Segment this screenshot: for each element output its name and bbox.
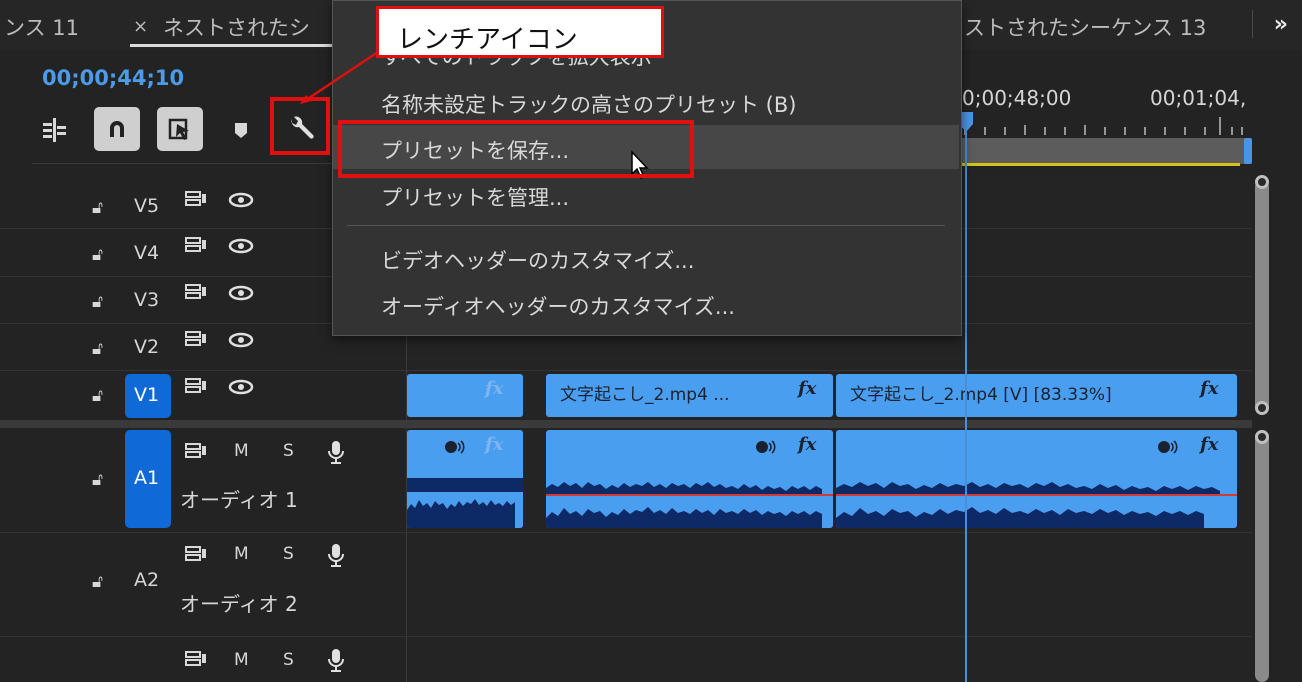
audio-track-name-1[interactable]: オーディオ 1 (180, 484, 298, 513)
mute-button[interactable]: M (234, 441, 249, 461)
video-clip[interactable]: 文字起こし_2.mp4 ... fx (546, 374, 833, 417)
scrollbar-handle-bottom[interactable] (1255, 401, 1269, 415)
active-tab-underline (130, 44, 350, 47)
insert-nest-icon[interactable] (32, 107, 78, 153)
audio-vertical-scrollbar[interactable] (1255, 430, 1269, 682)
toggle-sync-lock-icon[interactable] (184, 377, 208, 395)
eye-icon[interactable] (228, 285, 254, 301)
microphone-icon[interactable] (326, 648, 346, 674)
audio-track-name-2[interactable]: オーディオ 2 (180, 588, 298, 617)
solo-button[interactable]: S (283, 650, 294, 670)
track-separator (0, 532, 1252, 533)
track-label-v3[interactable]: V3 (134, 289, 159, 311)
callout-label: レンチアイコン (397, 25, 578, 55)
audio-waveform (546, 482, 833, 528)
playhead-line[interactable] (965, 112, 967, 682)
lock-icon[interactable]: 🔓︎ (92, 572, 103, 592)
video-vertical-scrollbar[interactable] (1255, 180, 1269, 412)
eye-icon[interactable] (228, 332, 254, 348)
add-marker-icon[interactable] (218, 107, 264, 153)
snap-magnet-icon[interactable] (94, 107, 140, 151)
more-tabs-icon[interactable]: » (1274, 12, 1288, 37)
fx-badge: fx (798, 434, 817, 455)
toggle-sync-lock-icon[interactable] (184, 545, 208, 563)
linked-selection-icon[interactable] (157, 107, 203, 151)
audio-clip[interactable]: fx (836, 430, 1237, 528)
time-ruler[interactable] (962, 115, 1247, 137)
menu-item-customize-video-header[interactable]: ビデオヘッダーのカスタマイズ... (381, 245, 694, 275)
lock-icon[interactable]: 🔓︎ (92, 245, 103, 265)
track-label-v2[interactable]: V2 (134, 336, 159, 358)
clip-title: 文字起こし_2.mp4 [V] [83.33%] (850, 385, 1112, 405)
solo-button[interactable]: S (283, 441, 294, 461)
work-area-bar[interactable] (962, 138, 1245, 164)
track-label-v1[interactable]: V1 (134, 384, 159, 406)
clip-title: 文字起こし_2.mp4 ... (560, 385, 730, 405)
speech-icon (445, 440, 465, 454)
lock-icon[interactable]: 🔓︎ (92, 386, 103, 406)
track-separator (0, 636, 1252, 637)
wrench-highlight-box (270, 97, 330, 155)
playhead-timecode[interactable]: 00;00;44;10 (42, 66, 184, 90)
lock-icon[interactable]: 🔓︎ (92, 198, 103, 218)
menu-item-track-height-preset[interactable]: 名称未設定トラックの高さのプリセット (B) (381, 89, 796, 119)
eye-icon[interactable] (228, 238, 254, 254)
toggle-sync-lock-icon[interactable] (184, 283, 208, 301)
microphone-icon[interactable] (326, 543, 346, 569)
tab-close-icon[interactable]: × (133, 16, 148, 37)
track-label-v4[interactable]: V4 (134, 242, 159, 264)
tab-nested-sequence-13[interactable]: ストされたシーケンス 13 (964, 12, 1206, 42)
track-label-a2[interactable]: A2 (134, 569, 159, 591)
solo-button[interactable]: S (283, 544, 294, 564)
fx-badge: fx (1200, 434, 1219, 455)
lock-icon[interactable]: 🔓︎ (92, 339, 103, 359)
menu-item-customize-audio-header[interactable]: オーディオヘッダーのカスタマイズ... (381, 291, 735, 321)
fx-badge: fx (1200, 378, 1219, 399)
toggle-sync-lock-icon[interactable] (184, 236, 208, 254)
toggle-sync-lock-icon[interactable] (184, 330, 208, 348)
save-preset-highlight-box (338, 120, 694, 178)
audio-waveform (407, 478, 523, 528)
audio-clip[interactable]: fx (546, 430, 833, 528)
tab-nested-sequence[interactable]: ネストされたシ (163, 12, 310, 42)
track-label-v5[interactable]: V5 (134, 195, 159, 217)
lock-icon[interactable]: 🔓︎ (92, 470, 103, 490)
callout-box: レンチアイコン (376, 6, 664, 58)
video-clip[interactable]: fx (407, 374, 523, 417)
mute-button[interactable]: M (234, 650, 249, 670)
eye-icon[interactable] (228, 379, 254, 395)
audio-clip[interactable]: fx (407, 430, 523, 528)
menu-item-manage-presets[interactable]: プリセットを管理... (381, 182, 569, 212)
ruler-timecode-104: 00;01;04, (1150, 86, 1247, 110)
ruler-timecode-48: 0;00;48;00 (962, 86, 1072, 110)
fx-badge: fx (798, 378, 817, 399)
speech-icon (1158, 440, 1178, 454)
eye-icon[interactable] (228, 192, 254, 208)
microphone-icon[interactable] (326, 440, 346, 466)
audio-waveform (836, 482, 1237, 528)
menu-separator (347, 225, 945, 226)
tab-sequence-11[interactable]: ンス 11 (4, 12, 79, 42)
speech-icon (756, 440, 776, 454)
fx-badge: fx (485, 378, 504, 399)
toggle-sync-lock-icon[interactable] (184, 442, 208, 460)
fx-badge: fx (485, 434, 504, 455)
toggle-sync-lock-icon[interactable] (184, 650, 208, 668)
track-label-a1[interactable]: A1 (134, 467, 159, 489)
render-status-bar (962, 163, 1240, 166)
video-clip[interactable]: 文字起こし_2.mp4 [V] [83.33%] fx (836, 374, 1237, 417)
track-separator (0, 370, 1252, 371)
toggle-sync-lock-icon[interactable] (184, 190, 208, 208)
lock-icon[interactable]: 🔓︎ (92, 292, 103, 312)
scrollbar-handle-top[interactable] (1255, 430, 1269, 444)
mute-button[interactable]: M (234, 544, 249, 564)
work-area-end-handle[interactable] (1244, 138, 1252, 164)
scrollbar-handle-top[interactable] (1255, 175, 1269, 189)
tab-separator (1252, 10, 1253, 38)
video-audio-divider[interactable] (0, 420, 1252, 428)
